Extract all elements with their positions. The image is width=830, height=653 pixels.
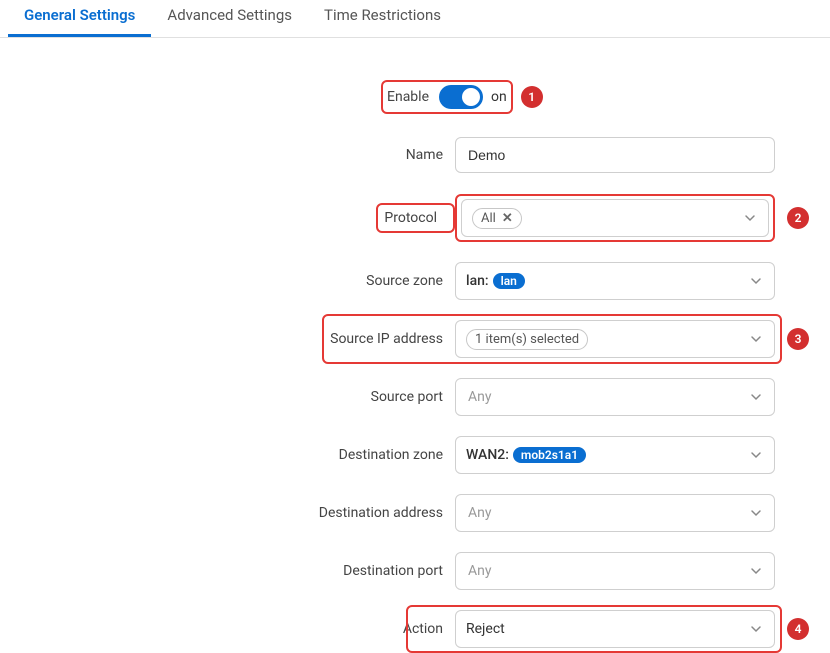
name-input[interactable] xyxy=(455,137,775,173)
annotation-badge-1: 1 xyxy=(521,86,543,108)
chevron-down-icon xyxy=(744,212,756,224)
enable-toggle[interactable] xyxy=(439,85,483,109)
action-value: Reject xyxy=(466,621,505,637)
close-icon[interactable]: ✕ xyxy=(502,211,513,226)
tab-time-restrictions[interactable]: Time Restrictions xyxy=(308,0,457,37)
chevron-down-icon xyxy=(750,333,762,345)
enable-label: Enable xyxy=(387,89,439,105)
source-ip-chip-text: 1 item(s) selected xyxy=(475,332,579,347)
source-zone-prefix: lan: xyxy=(466,273,489,289)
source-zone-label: Source zone xyxy=(0,273,455,289)
tab-general-settings[interactable]: General Settings xyxy=(8,0,151,37)
dest-port-select[interactable]: Any xyxy=(455,552,775,590)
annotation-badge-2: 2 xyxy=(787,207,809,229)
protocol-highlight-left: Protocol xyxy=(376,203,455,233)
enable-state-text: on xyxy=(491,89,507,105)
source-zone-pill: lan xyxy=(493,273,525,289)
enable-highlight: Enable on xyxy=(381,80,513,114)
action-label: Action xyxy=(0,621,455,637)
source-port-placeholder: Any xyxy=(468,389,492,405)
protocol-chip[interactable]: All ✕ xyxy=(472,208,522,229)
source-zone-select[interactable]: lan: lan xyxy=(455,262,775,300)
general-settings-form: Enable on 1 Name ProtocolAll✕2 Protocol xyxy=(0,38,830,648)
name-label: Name xyxy=(0,147,455,163)
source-ip-select[interactable]: 1 item(s) selected xyxy=(455,320,775,358)
source-ip-chip[interactable]: 1 item(s) selected xyxy=(466,329,588,350)
chevron-down-icon xyxy=(750,449,762,461)
dest-zone-pill: mob2s1a1 xyxy=(513,447,586,463)
protocol-select[interactable]: All ✕ xyxy=(461,199,769,237)
chevron-down-icon xyxy=(750,391,762,403)
protocol-label: Protocol xyxy=(384,210,447,226)
source-ip-label: Source IP address xyxy=(0,331,455,347)
action-select[interactable]: Reject xyxy=(455,610,775,648)
protocol-chip-text: All xyxy=(481,211,496,226)
dest-addr-label: Destination address xyxy=(0,505,455,521)
source-port-select[interactable]: Any xyxy=(455,378,775,416)
annotation-badge-3: 3 xyxy=(787,328,809,350)
chevron-down-icon xyxy=(750,623,762,635)
source-port-label: Source port xyxy=(0,389,455,405)
chevron-down-icon xyxy=(750,507,762,519)
chevron-down-icon xyxy=(750,275,762,287)
dest-zone-label: Destination zone xyxy=(0,447,455,463)
tabs: General Settings Advanced Settings Time … xyxy=(0,0,830,38)
dest-zone-select[interactable]: WAN2: mob2s1a1 xyxy=(455,436,775,474)
dest-zone-prefix: WAN2: xyxy=(466,447,509,463)
toggle-knob xyxy=(462,88,480,106)
chevron-down-icon xyxy=(750,565,762,577)
dest-port-label: Destination port xyxy=(0,563,455,579)
dest-addr-select[interactable]: Any xyxy=(455,494,775,532)
tab-advanced-settings[interactable]: Advanced Settings xyxy=(151,0,308,37)
protocol-highlight-right: All ✕ xyxy=(455,194,775,242)
dest-addr-placeholder: Any xyxy=(468,505,492,521)
dest-port-placeholder: Any xyxy=(468,563,492,579)
